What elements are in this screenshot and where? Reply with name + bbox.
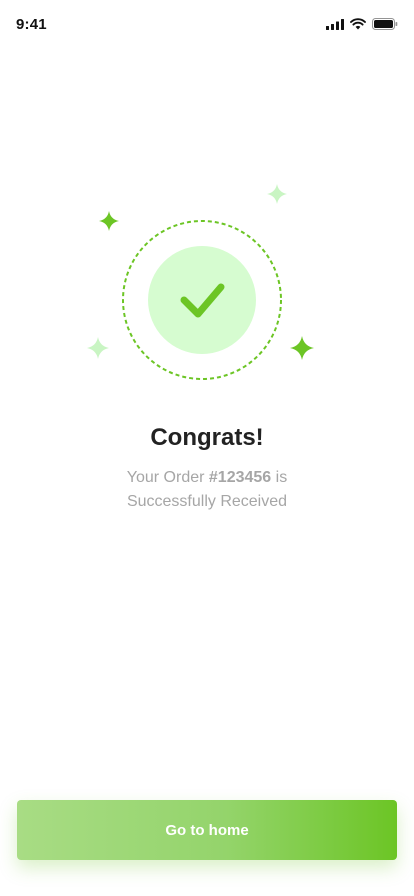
sparkle-icon	[87, 337, 109, 359]
signal-icon	[326, 18, 344, 30]
confirmation-title: Congrats!	[150, 424, 264, 451]
message-suffix: is	[275, 469, 288, 486]
status-icons	[326, 18, 398, 30]
message-prefix: Your Order	[126, 469, 205, 486]
sparkle-icon	[290, 336, 314, 360]
order-number: #123456	[208, 469, 272, 486]
status-bar: 9:41	[0, 0, 414, 50]
wifi-icon	[350, 18, 366, 30]
battery-icon	[372, 18, 398, 30]
check-badge	[148, 246, 256, 354]
confirmation-message: Your Order #123456 is Successfully Recei…	[0, 466, 414, 514]
message-line-2: Successfully Received	[126, 493, 288, 510]
message-line-1: Your Order #123456 is	[0, 466, 414, 490]
go-home-button[interactable]: Go to home	[17, 800, 397, 860]
sparkle-icon	[267, 184, 287, 204]
success-illustration	[0, 170, 414, 400]
status-time: 9:41	[16, 16, 47, 33]
sparkle-icon	[99, 211, 119, 231]
